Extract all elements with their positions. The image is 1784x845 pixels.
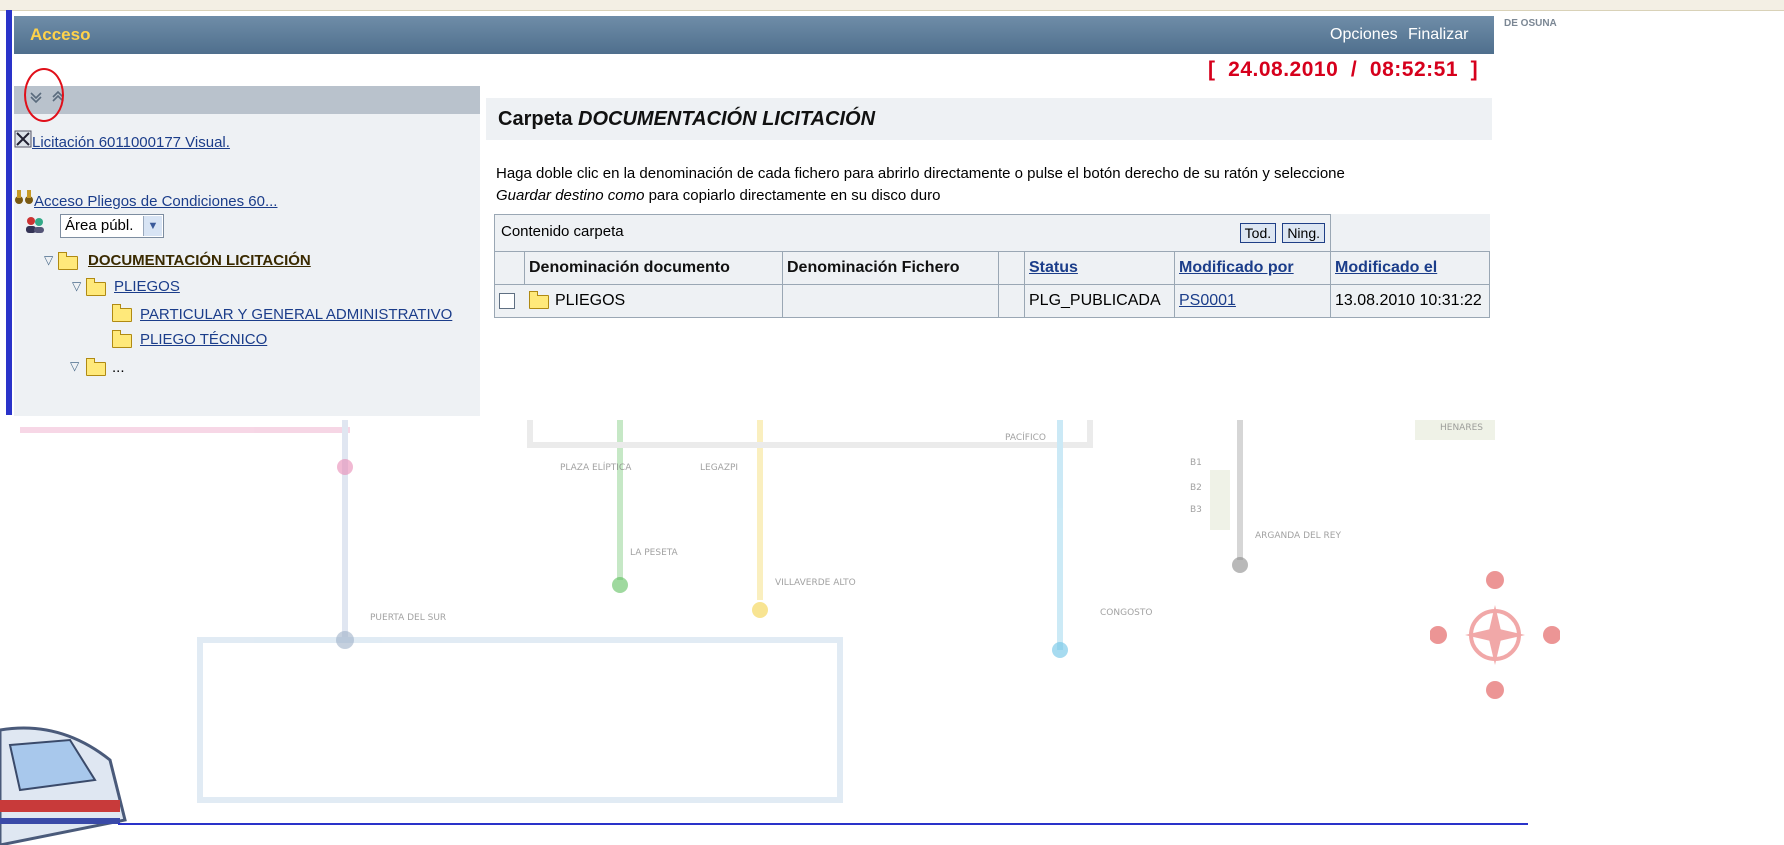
instructions-line2: para copiarlo directamente en su disco d… [644,187,941,204]
tree-node-particular[interactable]: PARTICULAR Y GENERAL ADMINISTRATIVO [140,306,452,323]
app-title: Acceso [30,25,91,44]
instructions-italic: Guardar destino como [496,187,645,204]
document-name[interactable]: PLIEGOS [555,292,625,309]
map-label: HENARES [1440,423,1483,433]
table-row[interactable]: PLIEGOS PLG_PUBLICADA PS0001 13.08.2010 … [494,284,1490,318]
map-edge-label: DE OSUNA [1504,18,1557,29]
status-cell: PLG_PUBLICADA [1024,284,1175,318]
folder-icon [112,330,132,348]
extra-cell [998,284,1025,318]
tree-node-documentacion[interactable]: DOCUMENTACIÓN LICITACIÓN [88,252,311,269]
checkbox-column-header [494,251,525,285]
highlight-circle [24,68,64,122]
file-name [782,284,999,318]
map-label: LA PESETA [630,548,679,558]
column-header-status[interactable]: Status [1024,251,1175,285]
modified-by-link[interactable]: PS0001 [1179,292,1236,309]
map-label: B3 [1190,505,1202,515]
tree-node-more[interactable]: ... [112,359,125,376]
bottom-divider [118,823,1528,825]
area-select[interactable]: Área públ. ▼ [60,214,164,238]
column-header-modified-by[interactable]: Modificado por [1174,251,1331,285]
map-label: CONGOSTO [1100,608,1152,618]
folder-icon [58,252,78,270]
tree-node-pliego-tecnico[interactable]: PLIEGO TÉCNICO [140,331,267,348]
folder-icon [86,358,106,376]
users-icon [24,216,46,239]
heading-prefix: Carpeta [498,108,579,130]
top-strip [0,0,1784,11]
table-caption: Contenido carpeta [501,223,624,240]
map-label: VILLAVERDE ALTO [775,578,856,588]
page-title: Carpeta DOCUMENTACIÓN LICITACIÓN [486,98,1492,140]
column-header: Denominación documento [524,251,783,285]
map-label: PUERTA DEL SUR [370,613,446,623]
column-header [998,251,1025,285]
map-label: LEGAZPI [700,463,738,473]
table-caption-row: Contenido carpeta Tod. Ning. [494,214,1490,252]
column-header-modified-on[interactable]: Modificado el [1330,251,1490,285]
folder-icon [86,278,106,296]
train-icon [0,726,127,845]
tree-expanded-icon[interactable]: ▽ [70,359,79,373]
folder-contents-table: Contenido carpeta Tod. Ning. Denominació… [494,214,1490,318]
folder-tree-panel: Licitación 6011000177 Visual. Acceso Pli… [14,68,480,416]
tree-expanded-icon[interactable]: ▽ [72,279,81,293]
current-datetime: [ 24.08.2010 / 08:52:51 ] [1208,58,1479,81]
compass-icon [1430,571,1560,699]
finish-link[interactable]: Finalizar [1408,26,1468,44]
chevron-down-icon[interactable]: ▼ [143,216,162,236]
folder-icon [112,304,132,322]
instructions-text: Haga doble clic en la denominación de ca… [496,163,1486,207]
tree-toolbar [14,86,480,114]
left-accent-bar [6,10,12,415]
options-link[interactable]: Opciones [1330,26,1398,44]
tender-icon [14,130,32,153]
app-header: Acceso Opciones Finalizar [14,16,1494,54]
map-label: PLAZA ELÍPTICA [560,461,632,473]
tender-link[interactable]: Licitación 6011000177 Visual. [32,134,230,151]
map-label: B1 [1190,458,1202,468]
tree-node-pliegos[interactable]: PLIEGOS [114,278,180,295]
heading-folder-name: DOCUMENTACIÓN LICITACIÓN [578,108,876,130]
modified-on-cell: 13.08.2010 10:31:22 [1330,284,1490,318]
instructions-line1: Haga doble clic en la denominación de ca… [496,165,1345,182]
binoculars-icon [14,188,34,211]
area-select-value: Área públ. [65,217,134,234]
select-none-button[interactable]: Ning. [1282,223,1325,243]
select-all-button[interactable]: Tod. [1239,223,1277,243]
row-checkbox[interactable] [499,292,515,309]
map-label: PACÍFICO [1005,431,1046,443]
map-label: ARGANDA DEL REY [1255,531,1341,541]
column-header: Denominación Fichero [782,251,999,285]
map-label: B2 [1190,483,1202,493]
table-header-row: Denominación documento Denominación Fich… [494,251,1490,285]
folder-icon [528,290,549,309]
tree-expanded-icon[interactable]: ▽ [44,253,53,267]
access-link[interactable]: Acceso Pliegos de Condiciones 60... [34,193,277,210]
